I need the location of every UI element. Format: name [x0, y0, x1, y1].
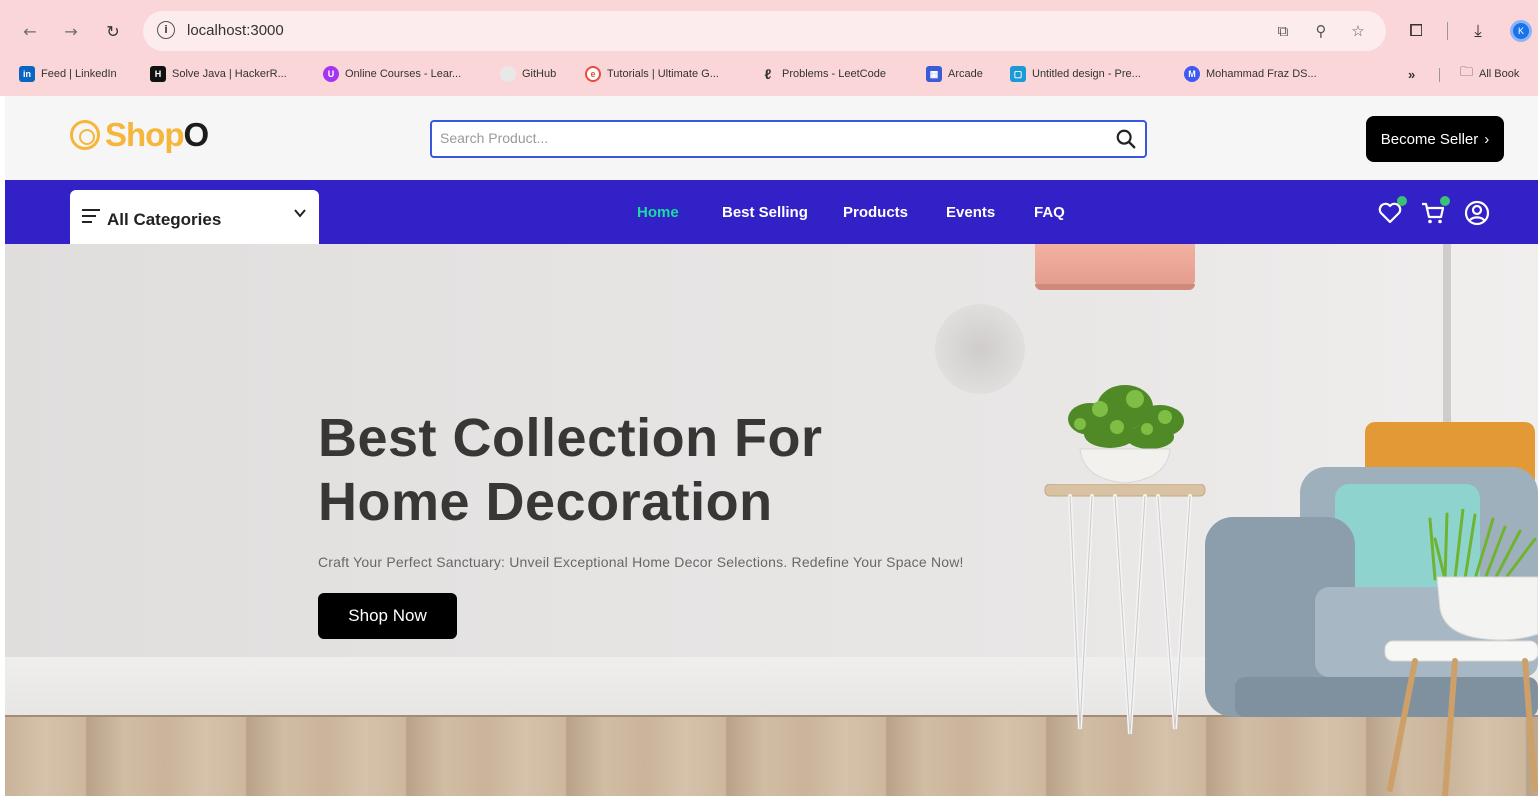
all-bookmarks-label: All Book	[1479, 68, 1520, 80]
linkedin-icon: in	[19, 66, 35, 82]
wishlist-button[interactable]	[1377, 196, 1407, 226]
nav-links: Home Best Selling Products Events FAQ	[637, 204, 1065, 221]
chevron-down-icon	[294, 209, 306, 218]
cart-button[interactable]	[1420, 196, 1450, 226]
more-bookmarks-button[interactable]: »	[1408, 63, 1415, 85]
shop-now-button[interactable]: Shop Now	[318, 593, 457, 639]
bookmarks-bar: in Feed | LinkedIn H Solve Java | Hacker…	[0, 59, 1538, 89]
fraz-icon: M	[1184, 66, 1200, 82]
chevron-right-icon: ›	[1484, 130, 1490, 148]
bookmark-label: Online Courses - Lear...	[345, 68, 462, 80]
forward-icon[interactable]: →	[58, 18, 84, 44]
hero-banner: Best Collection For Home Decoration Craf…	[5, 244, 1538, 796]
bookmarks-divider	[1439, 68, 1440, 82]
bookmark-label: Problems - LeetCode	[782, 68, 886, 80]
nav-faq[interactable]: FAQ	[1034, 204, 1065, 221]
nav-home[interactable]: Home	[637, 204, 722, 221]
categories-label: All Categories	[107, 210, 222, 229]
hero-title-line2: Home Decoration	[318, 472, 773, 532]
bookmark-fraz[interactable]: M Mohammad Fraz DS...	[1184, 63, 1317, 85]
main-navbar: All Categories Home Best Selling Product…	[5, 180, 1538, 244]
site-info-icon[interactable]: i	[157, 21, 175, 39]
folder-icon: 🗀	[1460, 65, 1474, 80]
extensions-icon[interactable]: ⧠	[1404, 18, 1428, 44]
nav-events[interactable]: Events	[946, 204, 1034, 221]
all-bookmarks-button[interactable]: 🗀 All Book	[1460, 63, 1519, 85]
hackerrank-icon: H	[150, 66, 166, 82]
zoom-icon[interactable]: ⚲	[1311, 21, 1331, 41]
site-header: ShopO Become Seller ›	[5, 96, 1538, 180]
bookmark-label: GitHub	[522, 68, 557, 80]
become-seller-button[interactable]: Become Seller ›	[1366, 116, 1504, 162]
nav-products[interactable]: Products	[843, 204, 946, 221]
bookmark-hackerrank[interactable]: H Solve Java | HackerR...	[150, 63, 287, 85]
hero-title: Best Collection For Home Decoration	[318, 406, 878, 534]
canva-icon: ▢	[1010, 66, 1026, 82]
bookmark-arcade[interactable]: ▦ Arcade	[926, 63, 983, 85]
bookmark-label: Mohammad Fraz DS...	[1206, 68, 1317, 80]
search-icon[interactable]	[1115, 128, 1137, 150]
bookmark-label: Feed | LinkedIn	[41, 68, 117, 80]
bookmark-udemy[interactable]: U Online Courses - Lear...	[323, 63, 461, 85]
toolbar-divider	[1447, 22, 1448, 40]
hero-title-line1: Best Collection For	[318, 408, 823, 468]
udemy-icon: U	[323, 66, 339, 82]
side-table-plant-illustration	[1044, 484, 1206, 735]
bookmark-tutorials[interactable]: e Tutorials | Ultimate G...	[585, 63, 719, 85]
reload-icon[interactable]: ↻	[100, 18, 126, 44]
wishlist-badge	[1397, 196, 1407, 206]
user-icon	[1464, 200, 1490, 226]
download-icon[interactable]: ⤓	[1466, 18, 1490, 44]
search-input[interactable]	[440, 130, 1100, 146]
shop-logo[interactable]: ShopO	[70, 116, 209, 154]
tutorials-icon: e	[585, 66, 601, 82]
leetcode-icon: ℓ	[764, 66, 772, 82]
bookmark-label: Tutorials | Ultimate G...	[607, 68, 719, 80]
menu-icon	[82, 209, 100, 223]
lamp-shadow	[935, 304, 1025, 394]
logo-text: ShopO	[105, 116, 209, 153]
bookmark-label: Arcade	[948, 68, 983, 80]
bookmark-canva[interactable]: ▢ Untitled design - Pre...	[1010, 63, 1141, 85]
categories-dropdown[interactable]: All Categories	[70, 190, 319, 244]
nav-best-selling[interactable]: Best Selling	[722, 204, 843, 221]
bookmark-github[interactable]: GitHub	[500, 63, 556, 85]
potted-plant-illustration	[1068, 385, 1184, 484]
address-bar[interactable]: i localhost:3000 ⧉ ⚲ ☆	[143, 11, 1386, 51]
search-box	[430, 120, 1147, 158]
account-button[interactable]	[1464, 200, 1490, 226]
cart-badge	[1440, 196, 1450, 206]
install-app-icon[interactable]: ⧉	[1273, 21, 1293, 41]
browser-chrome: ← → ↻ i localhost:3000 ⧉ ⚲ ☆ ⧠ ⤓ K in Fe…	[0, 0, 1538, 96]
wall-corner	[1443, 244, 1451, 434]
github-icon	[500, 66, 516, 82]
bookmark-leetcode[interactable]: ℓ Problems - LeetCode	[760, 63, 886, 85]
bookmark-linkedin[interactable]: in Feed | LinkedIn	[19, 63, 117, 85]
logo-mark-icon	[70, 120, 100, 150]
arcade-icon: ▦	[926, 66, 942, 82]
profile-avatar[interactable]: K	[1510, 20, 1532, 42]
small-table-plant-illustration	[1384, 509, 1538, 796]
bookmark-label: Solve Java | HackerR...	[172, 68, 287, 80]
bookmark-star-icon[interactable]: ☆	[1348, 21, 1368, 41]
pendant-lamp-illustration	[1035, 244, 1195, 290]
bookmark-label: Untitled design - Pre...	[1032, 68, 1141, 80]
hero-subtitle: Craft Your Perfect Sanctuary: Unveil Exc…	[318, 554, 964, 570]
url-text[interactable]: localhost:3000	[187, 22, 284, 39]
become-seller-label: Become Seller	[1380, 130, 1479, 148]
back-icon[interactable]: ←	[17, 18, 43, 44]
